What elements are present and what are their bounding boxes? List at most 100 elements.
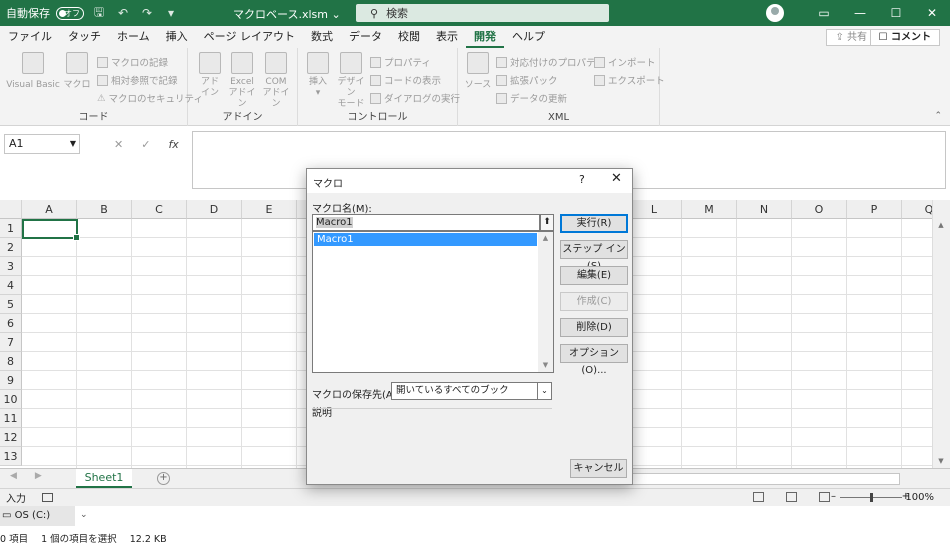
enter-entry-icon[interactable]: ✓: [141, 138, 150, 151]
ribbon-display-options-icon[interactable]: ▭: [806, 0, 842, 26]
scroll-up-icon[interactable]: ▲: [933, 218, 949, 232]
macro-recording-icon[interactable]: [42, 493, 53, 502]
insert-function-icon[interactable]: fx: [168, 138, 178, 151]
save-icon[interactable]: 🖫: [90, 4, 108, 22]
column-header[interactable]: Q: [902, 200, 932, 219]
store-location-select[interactable]: 開いているすべてのブック ⌄: [391, 382, 552, 400]
import-button[interactable]: インポート: [594, 55, 656, 69]
row-header[interactable]: 5: [0, 295, 22, 314]
row-header[interactable]: 4: [0, 276, 22, 295]
tab-review[interactable]: 校閲: [390, 26, 428, 48]
autosave-toggle[interactable]: オフ: [56, 6, 84, 20]
column-header[interactable]: N: [737, 200, 792, 219]
maximize-icon[interactable]: ☐: [878, 0, 914, 26]
row-header[interactable]: 6: [0, 314, 22, 333]
column-header[interactable]: B: [77, 200, 132, 219]
row-header[interactable]: 9: [0, 371, 22, 390]
horizontal-scrollbar[interactable]: [630, 473, 900, 485]
comment-button[interactable]: ☐ コメント: [869, 29, 940, 46]
tab-formulas[interactable]: 数式: [303, 26, 341, 48]
active-cell[interactable]: [22, 219, 80, 241]
com-addin-button[interactable]: COM アドイン: [260, 52, 292, 110]
create-button[interactable]: 作成(C): [560, 292, 628, 311]
column-header[interactable]: A: [22, 200, 77, 219]
chevron-down-icon[interactable]: ⌄: [80, 510, 88, 520]
step-into-button[interactable]: ステップ イン(S): [560, 240, 628, 272]
macro-list[interactable]: Macro1 ▲ ▼: [312, 231, 554, 373]
relative-reference-button[interactable]: 相対参照で記録: [97, 73, 178, 87]
row-header[interactable]: 7: [0, 333, 22, 352]
row-header[interactable]: 12: [0, 428, 22, 447]
row-header[interactable]: 11: [0, 409, 22, 428]
view-code-button[interactable]: コードの表示: [370, 73, 441, 87]
xml-source-button[interactable]: ソース: [464, 52, 492, 91]
export-button[interactable]: エクスポート: [594, 73, 665, 87]
tab-home[interactable]: ホーム: [109, 26, 158, 48]
help-icon[interactable]: ?: [579, 173, 585, 186]
row-header[interactable]: 10: [0, 390, 22, 409]
column-header[interactable]: P: [847, 200, 902, 219]
add-sheet-icon[interactable]: +: [157, 472, 170, 485]
close-icon[interactable]: ✕: [611, 171, 622, 186]
page-layout-view-icon[interactable]: [786, 492, 797, 502]
window-close-icon[interactable]: ✕: [914, 0, 950, 26]
excel-addin-button[interactable]: Excel アドイン: [226, 52, 258, 110]
macro-button[interactable]: マクロ: [62, 52, 92, 91]
map-properties-button[interactable]: 対応付けのプロパティ: [496, 55, 604, 69]
zoom-slider-thumb[interactable]: [870, 493, 873, 502]
sheet-nav-arrows-icon[interactable]: ◀▶: [10, 471, 60, 481]
row-header[interactable]: 2: [0, 238, 22, 257]
page-break-view-icon[interactable]: [819, 492, 830, 502]
name-box[interactable]: A1 ▼: [4, 134, 80, 154]
column-header[interactable]: C: [132, 200, 187, 219]
run-button[interactable]: 実行(R): [560, 214, 628, 233]
list-scroll-down-icon[interactable]: ▼: [538, 359, 553, 372]
undo-icon[interactable]: ↶: [114, 4, 132, 22]
zoom-level[interactable]: 100%: [905, 492, 934, 503]
macro-name-input[interactable]: Macro1: [312, 214, 540, 231]
name-box-arrow-icon[interactable]: ▼: [70, 135, 76, 153]
customize-toolbar-icon[interactable]: ▾: [162, 4, 180, 22]
list-scroll-up-icon[interactable]: ▲: [538, 232, 553, 245]
tab-touch[interactable]: タッチ: [60, 26, 109, 48]
column-header[interactable]: L: [627, 200, 682, 219]
scroll-down-icon[interactable]: ▼: [933, 454, 949, 468]
column-header[interactable]: M: [682, 200, 737, 219]
redo-icon[interactable]: ↷: [138, 4, 156, 22]
search-box[interactable]: ⚲ 検索: [356, 4, 609, 22]
visual-basic-button[interactable]: Visual Basic: [6, 52, 60, 91]
column-header[interactable]: E: [242, 200, 297, 219]
row-header[interactable]: 8: [0, 352, 22, 371]
tab-file[interactable]: ファイル: [0, 26, 60, 48]
properties-button[interactable]: プロパティ: [370, 55, 431, 69]
expansion-packs-button[interactable]: 拡張パック: [496, 73, 558, 87]
cancel-button[interactable]: キャンセル: [570, 459, 627, 478]
collapse-ribbon-icon[interactable]: ⌃: [934, 111, 942, 121]
design-mode-button[interactable]: デザイン モード: [334, 52, 368, 110]
refresh-data-button[interactable]: データの更新: [496, 91, 567, 105]
vertical-scrollbar[interactable]: ▲ ▼: [932, 200, 950, 468]
macro-name-up-icon[interactable]: ⬆: [540, 214, 554, 231]
zoom-slider[interactable]: [840, 493, 902, 502]
record-macro-button[interactable]: マクロの記録: [97, 55, 168, 69]
minimize-icon[interactable]: —: [842, 0, 878, 26]
column-header[interactable]: D: [187, 200, 242, 219]
tab-data[interactable]: データ: [341, 26, 390, 48]
row-header[interactable]: 3: [0, 257, 22, 276]
drive-item[interactable]: ▭ OS (C:): [0, 506, 75, 526]
insert-control-button[interactable]: 挿入 ▾: [304, 52, 332, 99]
tab-page-layout[interactable]: ページ レイアウト: [196, 26, 303, 48]
chevron-down-icon[interactable]: ⌄: [537, 383, 551, 399]
delete-button[interactable]: 削除(D): [560, 318, 628, 337]
document-title[interactable]: マクロベース.xlsm ⌄: [233, 6, 341, 22]
options-button[interactable]: オプション(O)...: [560, 344, 628, 376]
row-header[interactable]: 13: [0, 447, 22, 466]
edit-button[interactable]: 編集(E): [560, 266, 628, 285]
list-item[interactable]: Macro1: [314, 233, 537, 246]
addin-button[interactable]: アド イン: [196, 52, 224, 99]
column-header[interactable]: O: [792, 200, 847, 219]
sheet-tab-sheet1[interactable]: Sheet1: [76, 469, 132, 488]
account-avatar[interactable]: [766, 4, 784, 22]
tab-view[interactable]: 表示: [428, 26, 466, 48]
tab-insert[interactable]: 挿入: [158, 26, 196, 48]
